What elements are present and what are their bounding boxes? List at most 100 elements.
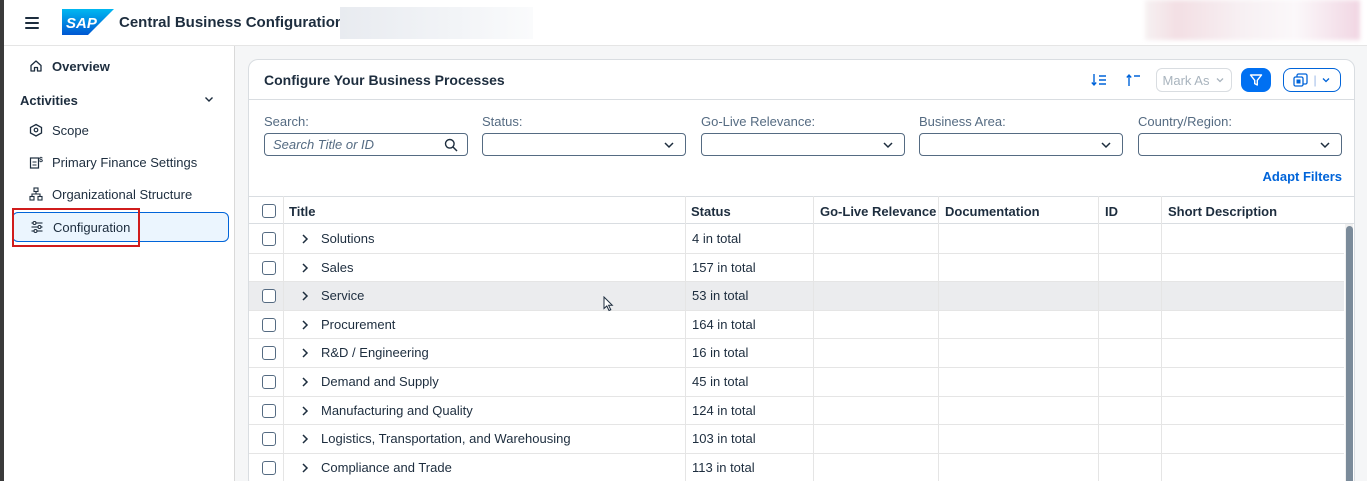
chevron-down-icon [878,139,898,151]
chevron-right-icon[interactable] [299,262,311,274]
nav-item-overview[interactable]: Overview [12,51,229,81]
row-checkbox[interactable] [262,232,276,246]
row-status: 164 in total [692,316,756,332]
column-separator [1098,196,1099,481]
chevron-down-icon [1315,139,1335,151]
table-row[interactable]: Service 53 in total [249,282,1344,311]
chevron-down-icon [1217,78,1224,83]
redacted-area [340,7,533,39]
chevron-right-icon[interactable] [299,462,311,474]
configuration-icon [29,219,45,235]
hamburger-menu-icon[interactable] [20,11,44,35]
card-toolbar: Configure Your Business Processes Mark A… [249,60,1354,100]
row-status: 53 in total [692,288,749,304]
search-label: Search: [264,114,309,129]
chevron-right-icon[interactable] [299,319,311,331]
column-separator [813,196,814,481]
row-title: Compliance and Trade [321,459,452,475]
row-title: Manufacturing and Quality [321,402,473,418]
table-row[interactable]: R&D / Engineering 16 in total [249,339,1344,368]
org-structure-icon [28,186,44,202]
row-checkbox[interactable] [262,403,276,418]
row-title: Sales [321,259,354,275]
column-header-documentation[interactable]: Documentation [945,204,1040,219]
nav-label-primary-finance-settings: Primary Finance Settings [52,154,198,170]
sort-descending-button[interactable] [1087,68,1111,92]
row-status: 157 in total [692,259,756,275]
row-checkbox[interactable] [262,317,276,332]
mark-as-button[interactable]: Mark As [1156,68,1232,92]
chevron-right-icon[interactable] [299,347,311,359]
row-title: Solutions [321,231,375,246]
row-status: 113 in total [692,459,755,475]
table-row[interactable]: Logistics, Transportation, and Warehousi… [249,425,1344,454]
row-checkbox[interactable] [262,432,276,447]
nav-label-overview: Overview [52,58,110,74]
row-checkbox[interactable] [262,346,276,361]
row-title: Procurement [321,316,396,332]
country-region-label: Country/Region: [1138,114,1232,129]
country-region-select[interactable] [1138,133,1342,156]
search-icon[interactable] [441,138,461,152]
search-placeholder: Search Title or ID [273,137,375,152]
golive-relevance-select[interactable] [701,133,905,156]
row-status: 16 in total [692,345,749,361]
nav-item-scope[interactable]: Scope [12,115,229,145]
column-separator [1161,196,1162,481]
chevron-right-icon[interactable] [299,376,311,388]
row-title: Service [321,288,365,304]
view-settings-button[interactable]: | [1283,68,1341,92]
chevron-right-icon[interactable] [299,290,311,302]
table-row[interactable]: Demand and Supply 45 in total [249,368,1344,397]
sap-logo[interactable]: SAP [62,9,114,35]
sort-ascending-button[interactable] [1121,68,1145,92]
column-header-title[interactable]: Title [289,204,316,219]
status-select[interactable] [482,133,686,156]
column-header-golive[interactable]: Go-Live Relevance [820,204,936,219]
chevron-down-icon [1096,139,1116,151]
chevron-down-icon [1322,78,1330,83]
column-header-short-description[interactable]: Short Description [1168,204,1277,219]
column-separator [283,196,284,481]
sort-ascending-icon [1126,73,1140,86]
chevron-right-icon[interactable] [299,405,311,417]
table-row[interactable]: Sales 157 in total [249,254,1344,283]
column-header-id[interactable]: ID [1105,204,1118,219]
scrollbar-thumb[interactable] [1346,226,1353,481]
nav-group-label: Activities [20,92,78,108]
row-checkbox[interactable] [262,460,276,475]
chevron-down-icon[interactable] [203,93,215,108]
table-row[interactable]: Compliance and Trade 113 in total [249,454,1344,481]
filter-icon [1249,74,1263,86]
user-area[interactable] [1145,0,1360,40]
business-area-select[interactable] [919,133,1123,156]
nav-group-activities[interactable]: Activities [20,90,229,110]
row-status: 4 in total [692,231,742,246]
table-view-icon [1293,73,1309,87]
column-header-status[interactable]: Status [691,204,731,219]
nav-label-organizational-structure: Organizational Structure [52,186,193,202]
side-navigation: Overview Activities Scope $ Primary Fina… [4,46,235,481]
search-field[interactable]: Search Title or ID [264,133,468,156]
chevron-right-icon[interactable] [299,233,311,245]
nav-item-organizational-structure[interactable]: Organizational Structure [12,179,229,209]
nav-item-primary-finance-settings[interactable]: $ Primary Finance Settings [12,147,229,177]
filter-button[interactable] [1241,68,1271,92]
row-checkbox[interactable] [262,375,276,389]
row-title: Demand and Supply [321,374,439,389]
select-all-checkbox[interactable] [262,204,276,218]
row-checkbox[interactable] [262,289,276,304]
row-title: R&D / Engineering [321,345,429,361]
nav-label-scope: Scope [52,122,89,138]
nav-item-configuration[interactable]: Configuration [12,212,229,242]
chevron-right-icon[interactable] [299,433,311,445]
business-area-label: Business Area: [919,114,1006,129]
golive-relevance-label: Go-Live Relevance: [701,114,816,129]
table-row[interactable]: Procurement 164 in total [249,311,1344,340]
table-row[interactable]: Solutions 4 in total [249,225,1344,254]
scope-icon [28,122,44,138]
row-checkbox[interactable] [262,260,276,275]
shell-bar: SAP Central Business Configuration | [0,0,1367,46]
table-row[interactable]: Manufacturing and Quality 124 in total [249,397,1344,426]
adapt-filters-link[interactable]: Adapt Filters [1263,169,1342,184]
